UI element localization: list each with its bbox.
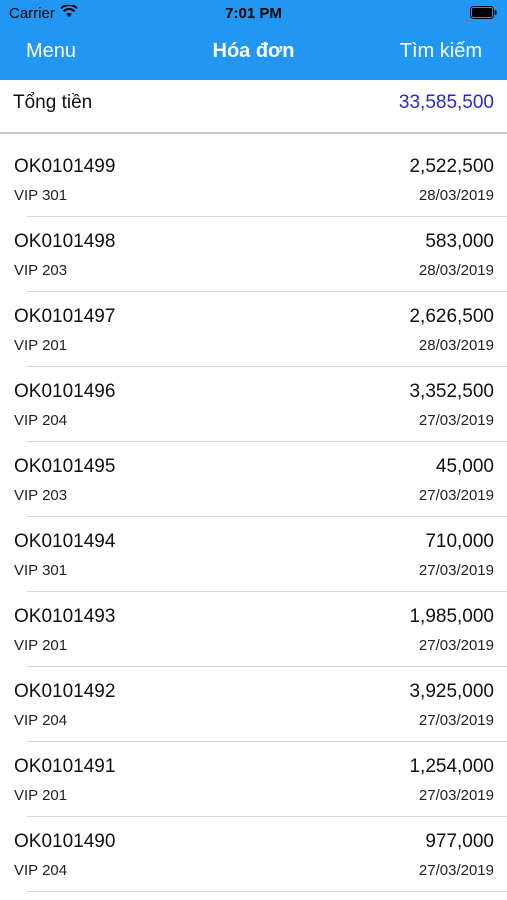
invoice-date: 27/03/2019 xyxy=(418,712,494,729)
invoice-code: OK0101498 xyxy=(14,231,116,252)
invoice-date: 28/03/2019 xyxy=(418,337,494,354)
invoice-room: VIP 201 xyxy=(14,337,68,354)
invoice-row[interactable]: OK0101497 VIP 201 2,626,500 28/03/2019 xyxy=(0,292,507,367)
invoice-row[interactable]: OK0101499 VIP 301 2,522,500 28/03/2019 xyxy=(0,142,507,217)
invoice-row[interactable]: OK0101496 VIP 204 3,352,500 27/03/2019 xyxy=(0,367,507,442)
invoice-row[interactable]: OK0101490 VIP 204 977,000 27/03/2019 xyxy=(0,817,507,892)
invoice-code: OK0101495 xyxy=(14,456,116,477)
total-value: 33,585,500 xyxy=(398,92,494,113)
invoice-date: 27/03/2019 xyxy=(418,787,494,804)
invoice-date: 27/03/2019 xyxy=(418,637,494,654)
invoice-room: VIP 203 xyxy=(14,262,68,279)
status-time: 7:01 PM xyxy=(225,5,282,22)
invoice-code: OK0101497 xyxy=(14,306,116,327)
invoice-amount: 1,254,000 xyxy=(409,756,494,777)
invoice-amount: 2,522,500 xyxy=(409,156,494,177)
invoice-screen: Carrier 7:01 PM Menu Hóa đơn Tìm kiếm Tổ… xyxy=(0,0,507,900)
total-label: Tổng tiền xyxy=(13,92,93,113)
invoice-amount: 3,352,500 xyxy=(409,381,494,402)
total-summary: Tổng tiền 33,585,500 xyxy=(0,80,507,134)
invoice-row[interactable]: OK0101498 VIP 203 583,000 28/03/2019 xyxy=(0,217,507,292)
row-divider xyxy=(27,891,507,892)
invoice-room: VIP 204 xyxy=(14,712,68,729)
invoice-amount: 1,985,000 xyxy=(409,606,494,627)
invoice-code: OK0101490 xyxy=(14,831,116,852)
invoice-amount: 45,000 xyxy=(435,456,494,477)
invoice-code: OK0101496 xyxy=(14,381,116,402)
invoice-code: OK0101494 xyxy=(14,531,116,552)
invoice-date: 28/03/2019 xyxy=(418,262,494,279)
invoice-row[interactable]: OK0101493 VIP 201 1,985,000 27/03/2019 xyxy=(0,592,507,667)
invoice-room: VIP 201 xyxy=(14,637,68,654)
search-button[interactable]: Tìm kiếm xyxy=(400,40,482,63)
invoice-code: OK0101493 xyxy=(14,606,116,627)
invoice-row[interactable]: OK0101495 VIP 203 45,000 27/03/2019 xyxy=(0,442,507,517)
invoice-amount: 710,000 xyxy=(425,531,494,552)
invoice-date: 27/03/2019 xyxy=(418,862,494,879)
invoice-date: 27/03/2019 xyxy=(418,412,494,429)
invoice-amount: 583,000 xyxy=(425,231,494,252)
battery-icon xyxy=(470,6,497,19)
invoice-room: VIP 204 xyxy=(14,412,68,429)
invoice-list: OK0101499 VIP 301 2,522,500 28/03/2019 O… xyxy=(0,142,507,892)
invoice-date: 27/03/2019 xyxy=(418,487,494,504)
invoice-code: OK0101491 xyxy=(14,756,116,777)
invoice-room: VIP 301 xyxy=(14,562,68,579)
invoice-date: 28/03/2019 xyxy=(418,187,494,204)
invoice-room: VIP 203 xyxy=(14,487,68,504)
top-bar: Carrier 7:01 PM Menu Hóa đơn Tìm kiếm xyxy=(0,0,507,80)
invoice-room: VIP 201 xyxy=(14,787,68,804)
invoice-amount: 2,626,500 xyxy=(409,306,494,327)
invoice-row[interactable]: OK0101491 VIP 201 1,254,000 27/03/2019 xyxy=(0,742,507,817)
invoice-date: 27/03/2019 xyxy=(418,562,494,579)
invoice-row[interactable]: OK0101494 VIP 301 710,000 27/03/2019 xyxy=(0,517,507,592)
invoice-room: VIP 301 xyxy=(14,187,68,204)
invoice-code: OK0101492 xyxy=(14,681,116,702)
status-bar: Carrier 7:01 PM xyxy=(0,0,507,28)
navigation-bar: Menu Hóa đơn Tìm kiếm xyxy=(0,28,507,80)
invoice-amount: 977,000 xyxy=(425,831,494,852)
invoice-room: VIP 204 xyxy=(14,862,68,879)
invoice-code: OK0101499 xyxy=(14,156,116,177)
invoice-row[interactable]: OK0101492 VIP 204 3,925,000 27/03/2019 xyxy=(0,667,507,742)
invoice-amount: 3,925,000 xyxy=(409,681,494,702)
